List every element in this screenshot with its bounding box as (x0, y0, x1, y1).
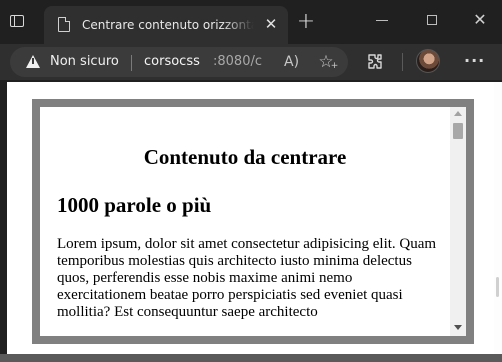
page-icon (58, 17, 70, 32)
tab-actions-icon[interactable] (8, 12, 28, 32)
page-scrollbar[interactable] (494, 82, 502, 354)
scrollable-content[interactable]: Contenuto da centrare 1000 parole o più … (40, 107, 450, 336)
tab-title: Centrare contenuto orizzontalmente (82, 18, 254, 32)
maximize-icon[interactable] (427, 15, 437, 25)
address-divider (131, 55, 132, 71)
favorites-plus-icon: + (330, 61, 339, 71)
window-frame-bottom (0, 354, 502, 362)
avatar[interactable] (416, 49, 440, 73)
browser-tab[interactable]: Centrare contenuto orizzontalmente ✕ (44, 6, 288, 44)
more-icon[interactable]: ··· (464, 51, 484, 71)
page-scrollbar-thumb[interactable] (496, 277, 499, 297)
read-aloud-icon[interactable]: A) (284, 54, 306, 70)
close-icon[interactable]: ✕ (262, 15, 280, 33)
extensions-icon[interactable] (365, 52, 385, 72)
url-path[interactable]: :8080/chal... (213, 54, 263, 70)
title-bar: Centrare contenuto orizzontalmente ✕ + ✕ (0, 0, 502, 44)
url-host[interactable]: corsocss (144, 54, 200, 70)
content-box: Contenuto da centrare 1000 parole o più … (32, 99, 474, 344)
centered-heading: Contenuto da centrare (143, 145, 347, 169)
scroll-up-arrow-icon[interactable] (454, 111, 462, 116)
page-viewport: Contenuto da centrare 1000 parole o più … (7, 82, 494, 354)
toolbar-divider (402, 53, 403, 71)
security-label[interactable]: Non sicuro (50, 54, 119, 70)
address-bar[interactable]: Non sicuro corsocss :8080/chal... A) ☆ + (10, 47, 348, 77)
section-heading: 1000 parole o più (57, 193, 212, 217)
plus-icon[interactable]: + (296, 11, 316, 33)
warning-icon[interactable] (26, 55, 40, 68)
scrollbar-thumb[interactable] (453, 123, 463, 139)
window-close-icon[interactable]: ✕ (470, 10, 490, 30)
lorem-paragraph: Lorem ipsum, dolor sit amet consectetur … (57, 236, 437, 320)
minimize-icon[interactable] (376, 20, 388, 21)
inner-scrollbar[interactable] (450, 107, 466, 336)
scroll-down-arrow-icon[interactable] (454, 325, 462, 330)
